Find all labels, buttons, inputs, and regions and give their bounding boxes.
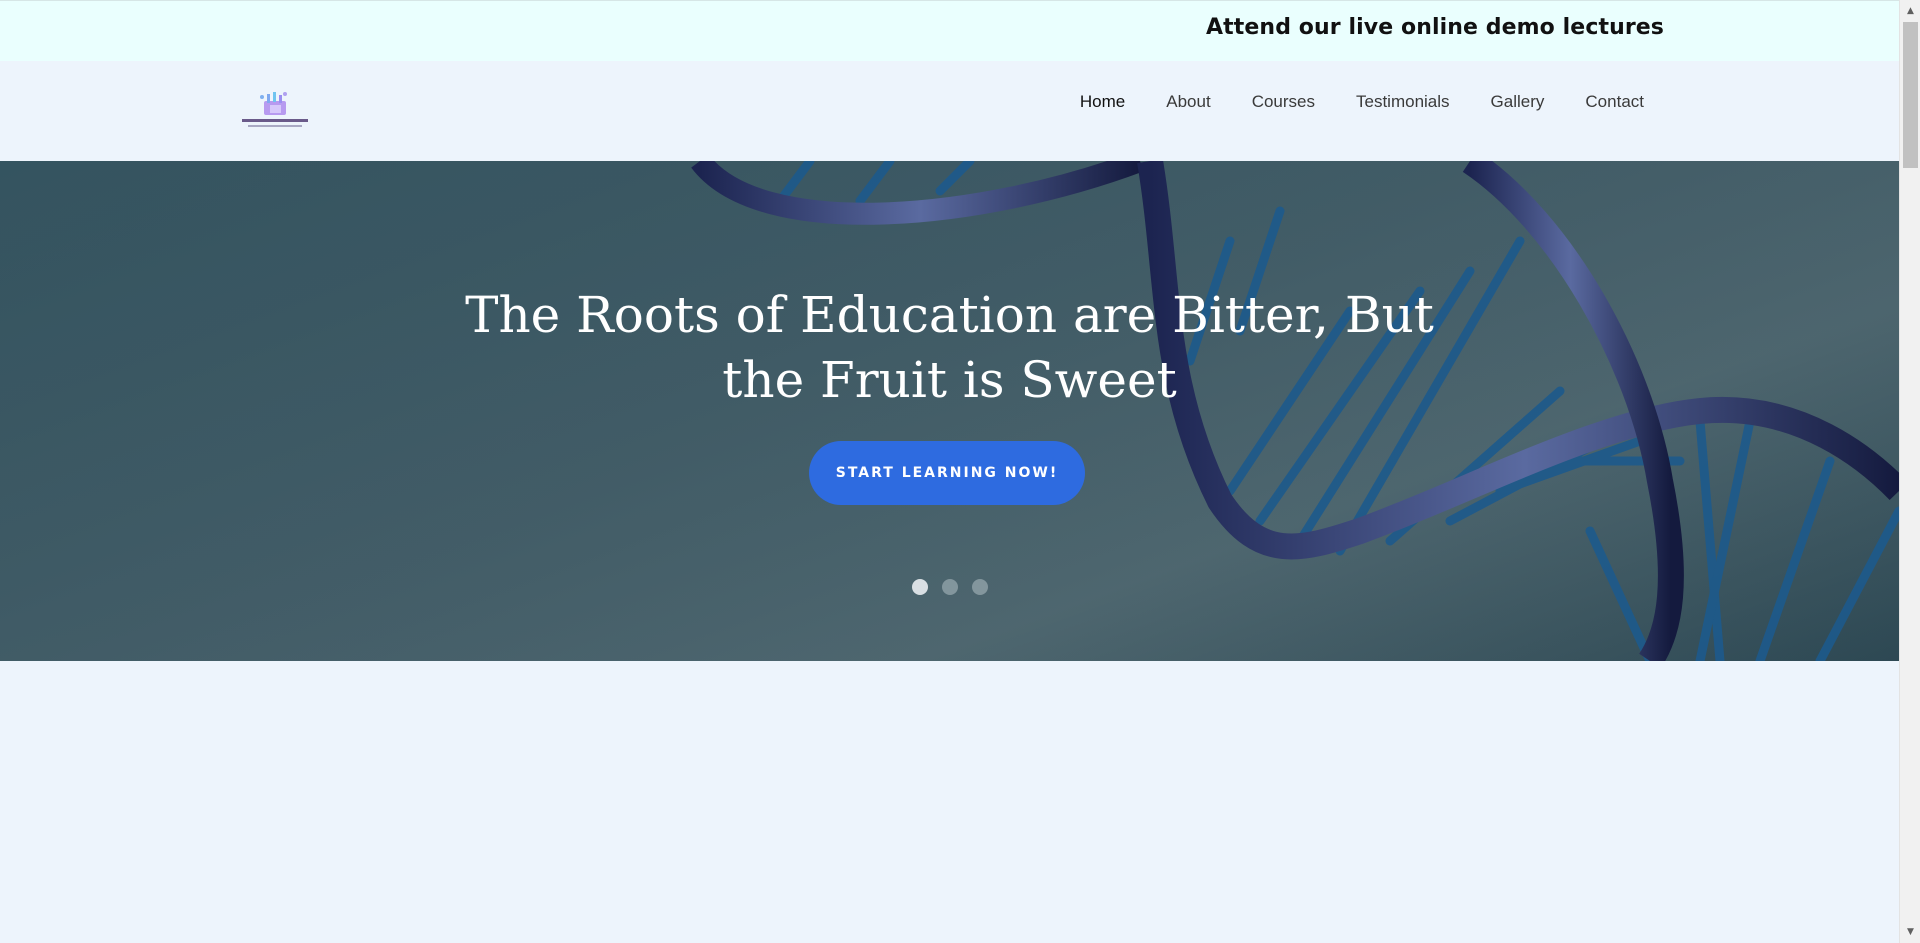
nav-contact[interactable]: Contact bbox=[1585, 92, 1644, 112]
scroll-down-arrow-icon[interactable]: ▼ bbox=[1900, 923, 1920, 941]
nav-gallery[interactable]: Gallery bbox=[1491, 92, 1545, 112]
slider-dot-1[interactable] bbox=[912, 579, 928, 595]
slider-dot-2[interactable] bbox=[942, 579, 958, 595]
page-viewport: Attend our live online demo lectures Hom… bbox=[0, 0, 1899, 943]
site-header: Home About Courses Testimonials Gallery … bbox=[0, 61, 1899, 161]
logo[interactable] bbox=[240, 91, 310, 133]
hero-title: The Roots of Education are Bitter, But t… bbox=[0, 283, 1899, 413]
vertical-scrollbar[interactable]: ▲ ▼ bbox=[1899, 0, 1920, 943]
nav-about[interactable]: About bbox=[1166, 92, 1210, 112]
announcement-bar: Attend our live online demo lectures bbox=[0, 0, 1899, 61]
nav-home[interactable]: Home bbox=[1080, 92, 1125, 112]
nav-courses[interactable]: Courses bbox=[1252, 92, 1315, 112]
hero-slider: The Roots of Education are Bitter, But t… bbox=[0, 161, 1899, 661]
scroll-up-arrow-icon[interactable]: ▲ bbox=[1900, 2, 1920, 20]
slider-dot-3[interactable] bbox=[972, 579, 988, 595]
hero-title-line-1: The Roots of Education are Bitter, But bbox=[465, 286, 1434, 344]
nav-testimonials[interactable]: Testimonials bbox=[1356, 92, 1450, 112]
scroll-thumb[interactable] bbox=[1903, 22, 1918, 168]
main-nav: Home About Courses Testimonials Gallery … bbox=[1039, 92, 1644, 112]
hero-title-line-2: the Fruit is Sweet bbox=[722, 351, 1177, 409]
announcement-text[interactable]: Attend our live online demo lectures bbox=[1206, 15, 1664, 40]
digital-sirs-chemistry-logo-icon bbox=[242, 92, 308, 127]
start-learning-button[interactable]: START LEARNING NOW! bbox=[809, 441, 1085, 505]
slider-dots bbox=[912, 579, 1002, 595]
